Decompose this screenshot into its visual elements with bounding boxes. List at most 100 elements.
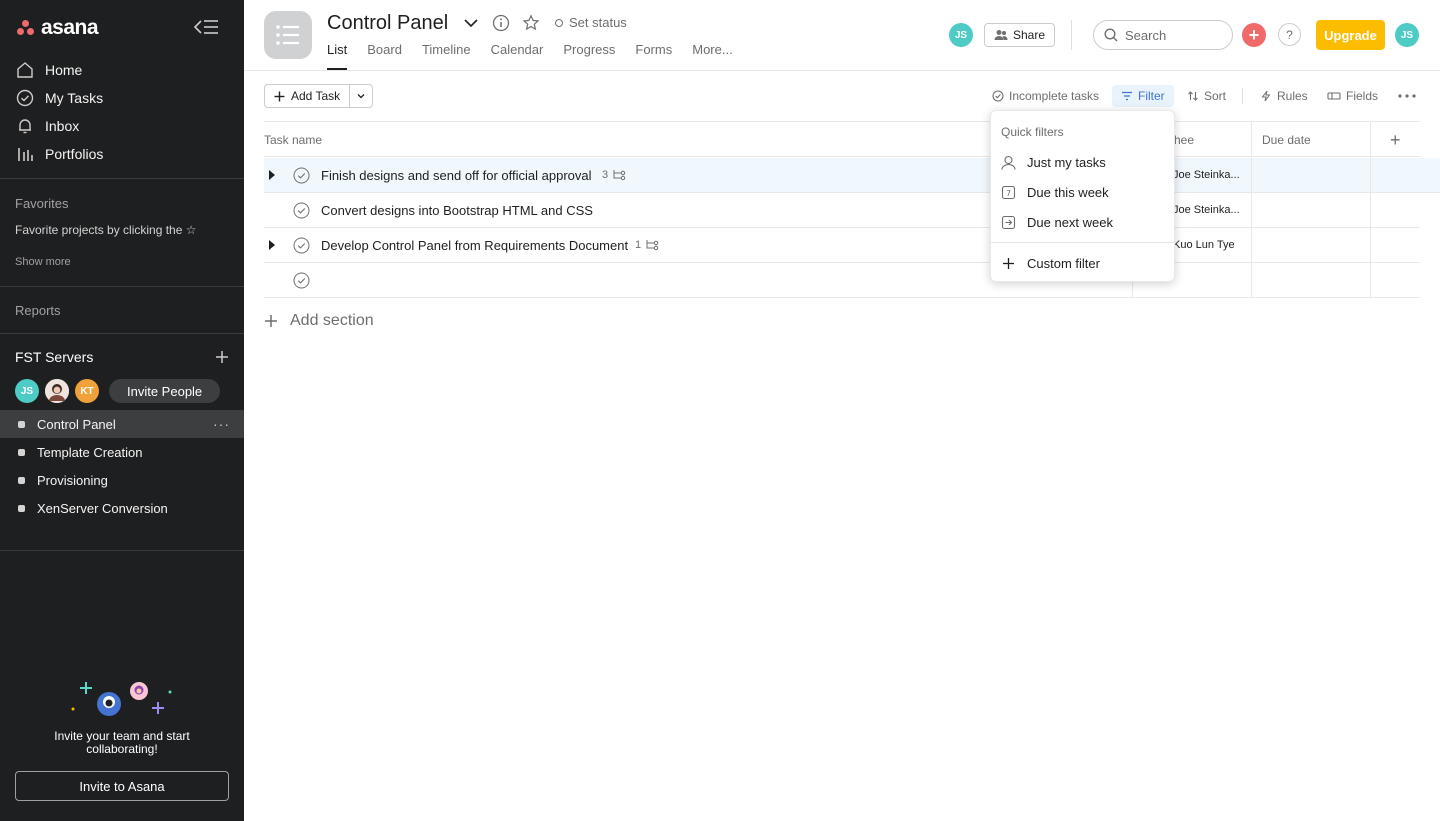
add-task-dropdown[interactable]: [350, 85, 372, 107]
sidebar-item-portfolios[interactable]: Portfolios: [0, 140, 244, 168]
tab-board[interactable]: Board: [367, 42, 402, 70]
project-color-square: [18, 420, 25, 428]
tab-progress[interactable]: Progress: [563, 42, 615, 70]
tab-calendar[interactable]: Calendar: [491, 42, 544, 70]
filter-just-my-tasks[interactable]: Just my tasks: [991, 147, 1176, 177]
avatar[interactable]: KT: [75, 379, 99, 403]
subtask-count[interactable]: 3: [602, 169, 626, 181]
add-project-icon[interactable]: [215, 350, 229, 364]
filter-item-label: Just my tasks: [1027, 154, 1106, 170]
user-avatar[interactable]: JS: [1395, 23, 1419, 47]
sidebar-project-control-panel[interactable]: Control Panel ···: [0, 410, 244, 438]
collapse-sidebar-icon[interactable]: [192, 16, 220, 38]
home-icon: [17, 62, 33, 78]
add-column-icon[interactable]: +: [1390, 130, 1401, 151]
project-label: Provisioning: [37, 472, 108, 488]
tab-forms[interactable]: Forms: [635, 42, 672, 70]
list-icon: [276, 25, 299, 45]
subtask-count[interactable]: 1: [635, 239, 659, 251]
bell-icon: [19, 119, 31, 134]
incomplete-tasks-button[interactable]: Incomplete tasks: [992, 85, 1099, 107]
chevron-down-icon[interactable]: [462, 14, 480, 32]
show-more-link[interactable]: Show more: [15, 256, 71, 268]
asana-logo[interactable]: asana: [16, 16, 99, 40]
invite-to-asana-button[interactable]: Invite to Asana: [15, 771, 229, 801]
project-icon[interactable]: [264, 11, 312, 59]
task-name[interactable]: Develop Control Panel from Requirements …: [321, 238, 628, 253]
column-assignee[interactable]: hee: [1174, 133, 1194, 147]
more-options-icon[interactable]: ···: [213, 416, 230, 432]
rules-button[interactable]: Rules: [1260, 85, 1308, 107]
table-row[interactable]: Develop Control Panel from Requirements …: [264, 228, 1420, 263]
complete-check-icon[interactable]: [293, 167, 310, 184]
favorites-heading[interactable]: Favorites: [15, 196, 68, 211]
add-task-button[interactable]: Add Task: [265, 85, 350, 107]
quick-add-button[interactable]: +: [1242, 23, 1266, 47]
task-name[interactable]: Convert designs into Bootstrap HTML and …: [321, 203, 593, 218]
check-circle-icon: [16, 89, 34, 107]
sidebar-project-xenserver-conversion[interactable]: XenServer Conversion: [0, 494, 244, 522]
help-button[interactable]: ?: [1278, 23, 1301, 46]
sidebar-item-home[interactable]: Home: [0, 56, 244, 84]
rules-label: Rules: [1277, 89, 1308, 103]
sidebar-item-label: Portfolios: [45, 146, 104, 162]
add-task-label: Add Task: [291, 89, 341, 103]
set-status-button[interactable]: Set status: [555, 15, 627, 30]
favorites-hint: Favorite projects by clicking the ☆: [15, 223, 197, 237]
header-divider: [1071, 20, 1072, 50]
share-button[interactable]: Share: [984, 23, 1056, 47]
page-title: Control Panel: [327, 12, 449, 34]
svg-text:7: 7: [1006, 189, 1011, 198]
tab-timeline[interactable]: Timeline: [422, 42, 471, 70]
invite-people-button[interactable]: Invite People: [109, 379, 221, 403]
avatar[interactable]: JS: [15, 379, 39, 403]
search-input[interactable]: Search: [1093, 20, 1233, 50]
fields-button[interactable]: Fields: [1327, 85, 1378, 107]
table-row[interactable]: Convert designs into Bootstrap HTML and …: [264, 193, 1420, 228]
column-divider: [1251, 122, 1252, 156]
invite-team-text: Invite your team and start collaborating…: [54, 729, 190, 756]
custom-filter-button[interactable]: Custom filter: [991, 248, 1176, 278]
sort-button[interactable]: Sort: [1187, 85, 1226, 107]
people-icon: [994, 30, 1008, 40]
reports-link[interactable]: Reports: [15, 303, 61, 318]
filter-due-next-week[interactable]: Due next week: [991, 207, 1176, 237]
project-list: Control Panel ··· Template Creation Prov…: [0, 410, 244, 522]
tab-list[interactable]: List: [327, 42, 348, 70]
bar-chart-icon: [18, 148, 33, 161]
fields-icon: [1327, 92, 1341, 100]
expand-caret-icon[interactable]: [269, 240, 275, 250]
complete-check-icon[interactable]: [293, 272, 310, 289]
column-due-date[interactable]: Due date: [1262, 133, 1311, 147]
sidebar-project-template-creation[interactable]: Template Creation: [0, 438, 244, 466]
filter-button[interactable]: Filter: [1112, 85, 1174, 107]
upgrade-button[interactable]: Upgrade: [1316, 20, 1385, 50]
sidebar-item-inbox[interactable]: Inbox: [0, 112, 244, 140]
assignee-name[interactable]: Joe Steinka...: [1173, 204, 1240, 216]
avatar-photo[interactable]: [45, 379, 69, 403]
info-icon[interactable]: [492, 14, 510, 32]
task-name[interactable]: Finish designs and send off for official…: [321, 168, 592, 183]
set-status-label: Set status: [569, 15, 627, 30]
assignee-name[interactable]: Kuo Lun Tye: [1173, 239, 1235, 251]
add-section-button[interactable]: Add section: [264, 312, 374, 330]
table-row[interactable]: Finish designs and send off for official…: [264, 158, 1440, 193]
sidebar-divider: [0, 333, 244, 334]
table-row[interactable]: [264, 263, 1420, 298]
column-task-name[interactable]: Task name: [264, 133, 322, 147]
project-color-square: [18, 476, 25, 484]
more-options-icon[interactable]: [1397, 90, 1417, 102]
team-header[interactable]: FST Servers: [15, 349, 229, 365]
complete-check-icon[interactable]: [293, 202, 310, 219]
tab-more[interactable]: More...: [692, 42, 732, 70]
star-icon[interactable]: [522, 14, 540, 32]
filter-due-this-week[interactable]: 7 Due this week: [991, 177, 1176, 207]
sidebar-project-provisioning[interactable]: Provisioning: [0, 466, 244, 494]
expand-caret-icon[interactable]: [269, 170, 275, 180]
complete-check-icon[interactable]: [293, 237, 310, 254]
project-tabs: List Board Timeline Calendar Progress Fo…: [327, 42, 733, 70]
assignee-name[interactable]: Joe Steinka...: [1173, 169, 1240, 181]
project-color-square: [18, 504, 25, 512]
member-avatar[interactable]: JS: [949, 23, 973, 47]
sidebar-item-my-tasks[interactable]: My Tasks: [0, 84, 244, 112]
